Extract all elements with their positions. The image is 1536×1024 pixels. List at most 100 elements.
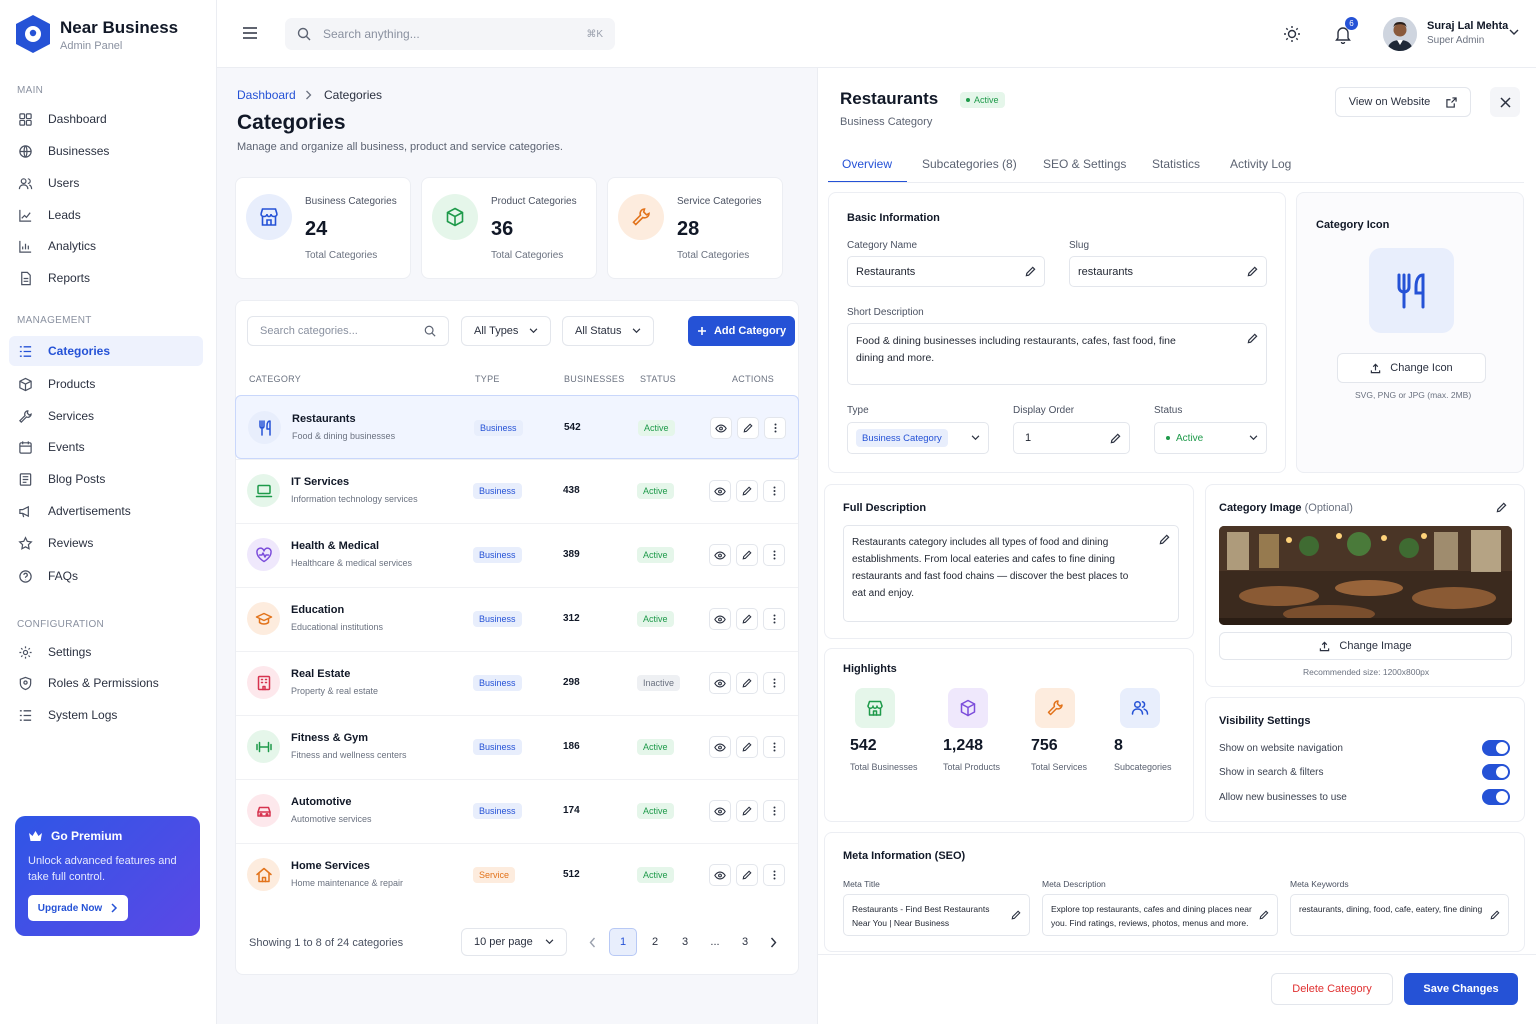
view-button[interactable] bbox=[709, 480, 731, 502]
table-row[interactable]: Home Services Home maintenance & repair Se… bbox=[235, 843, 799, 907]
add-category-button[interactable]: Add Category bbox=[688, 316, 795, 346]
full-description-title: Full Description bbox=[843, 502, 927, 514]
edit-button[interactable] bbox=[736, 800, 758, 822]
sidebar-item-faqs[interactable]: FAQs bbox=[9, 561, 203, 591]
status-filter-select[interactable]: All Status bbox=[562, 316, 654, 346]
per-page-select[interactable]: 10 per page bbox=[461, 928, 567, 956]
change-icon-button[interactable]: Change Icon bbox=[1337, 353, 1486, 383]
close-drawer-button[interactable] bbox=[1490, 87, 1520, 117]
edit-button[interactable] bbox=[736, 544, 758, 566]
tab-overview[interactable]: Overview bbox=[842, 157, 892, 171]
toggle-allow-new[interactable] bbox=[1482, 789, 1510, 805]
sidebar-item-system-logs[interactable]: System Logs bbox=[9, 700, 203, 730]
breadcrumb-dashboard[interactable]: Dashboard bbox=[237, 88, 296, 102]
more-actions-button[interactable] bbox=[763, 864, 785, 886]
type-filter-select[interactable]: All Types bbox=[461, 316, 551, 346]
view-button[interactable] bbox=[709, 608, 731, 630]
menu-toggle-icon[interactable] bbox=[242, 26, 258, 40]
table-row[interactable]: Health & Medical Healthcare & medical ser… bbox=[235, 523, 799, 587]
sidebar-item-analytics[interactable]: Analytics bbox=[9, 231, 203, 261]
tab-statistics[interactable]: Statistics bbox=[1152, 157, 1200, 171]
sidebar-item-roles-permissions[interactable]: Roles & Permissions bbox=[9, 668, 203, 698]
sidebar-item-categories[interactable]: Categories bbox=[9, 336, 203, 366]
toggle-show-search[interactable] bbox=[1482, 764, 1510, 780]
table-row[interactable]: Education Educational institutions Busines… bbox=[235, 587, 799, 651]
type-select[interactable]: Business Category bbox=[847, 422, 989, 454]
tab-seo-settings[interactable]: SEO & Settings bbox=[1043, 157, 1126, 171]
sidebar-item-dashboard[interactable]: Dashboard bbox=[9, 104, 203, 134]
edit-button[interactable] bbox=[736, 608, 758, 630]
save-changes-button[interactable]: Save Changes bbox=[1404, 973, 1518, 1005]
edit-button[interactable] bbox=[736, 480, 758, 502]
view-button[interactable] bbox=[709, 864, 731, 886]
sidebar-item-reports[interactable]: Reports bbox=[9, 263, 203, 293]
theme-toggle-icon[interactable] bbox=[1283, 25, 1301, 43]
more-actions-button[interactable] bbox=[763, 480, 785, 502]
sidebar: Near Business Admin Panel MAIN Dashboard… bbox=[0, 0, 217, 1024]
change-image-button[interactable]: Change Image bbox=[1219, 632, 1512, 660]
next-page-button[interactable] bbox=[759, 928, 787, 956]
page-button-2[interactable]: 2 bbox=[641, 928, 669, 956]
sidebar-item-leads[interactable]: Leads bbox=[9, 200, 203, 230]
page-button-1[interactable]: 1 bbox=[609, 928, 637, 956]
page-button-last[interactable]: 3 bbox=[731, 928, 759, 956]
sidebar-item-blog-posts[interactable]: Blog Posts bbox=[9, 464, 203, 494]
row-category-name: Real Estate bbox=[291, 668, 351, 680]
table-row[interactable]: Real Estate Property & real estate Busines… bbox=[235, 651, 799, 715]
table-row[interactable]: IT Services Information technology servic… bbox=[235, 459, 799, 523]
tab-activity-log[interactable]: Activity Log bbox=[1230, 157, 1291, 171]
more-actions-button[interactable] bbox=[763, 736, 785, 758]
view-button[interactable] bbox=[710, 417, 732, 439]
category-name-input[interactable]: Restaurants bbox=[847, 256, 1045, 287]
tab-subcategories[interactable]: Subcategories (8) bbox=[922, 157, 1017, 171]
global-search-input[interactable]: Search anything... ⌘K bbox=[285, 18, 615, 50]
edit-button[interactable] bbox=[737, 417, 759, 439]
row-category-description: Fitness and wellness centers bbox=[291, 750, 407, 760]
upgrade-button[interactable]: Upgrade Now bbox=[28, 895, 128, 921]
more-actions-button[interactable] bbox=[763, 800, 785, 822]
category-search-input[interactable]: Search categories... bbox=[247, 316, 449, 346]
sidebar-item-advertisements[interactable]: Advertisements bbox=[9, 496, 203, 526]
more-actions-button[interactable] bbox=[763, 672, 785, 694]
avatar[interactable] bbox=[1383, 17, 1417, 51]
view-button[interactable] bbox=[709, 544, 731, 566]
chevron-down-icon[interactable] bbox=[1509, 29, 1519, 36]
table-row[interactable]: Fitness & Gym Fitness and wellness center… bbox=[235, 715, 799, 779]
wrench-icon bbox=[19, 409, 32, 423]
view-button[interactable] bbox=[709, 800, 731, 822]
sidebar-item-products[interactable]: Products bbox=[9, 369, 203, 399]
page-button-3[interactable]: 3 bbox=[671, 928, 699, 956]
display-order-input[interactable]: 1 bbox=[1013, 422, 1130, 454]
meta-keywords-input[interactable]: restaurants, dining, food, cafe, eatery,… bbox=[1290, 894, 1509, 936]
sidebar-item-reviews[interactable]: Reviews bbox=[9, 528, 203, 558]
status-select[interactable]: Active bbox=[1154, 422, 1267, 454]
sidebar-item-events[interactable]: Events bbox=[9, 432, 203, 462]
prev-page-button[interactable] bbox=[578, 928, 606, 956]
pencil-icon[interactable] bbox=[1496, 502, 1507, 513]
sidebar-item-businesses[interactable]: Businesses bbox=[9, 136, 203, 166]
more-actions-button[interactable] bbox=[764, 417, 786, 439]
more-actions-button[interactable] bbox=[763, 608, 785, 630]
shield-user-icon bbox=[19, 676, 32, 690]
full-description-input[interactable]: Restaurants category includes all types … bbox=[843, 525, 1179, 622]
table-row[interactable]: Automotive Automotive services Business 174… bbox=[235, 779, 799, 843]
edit-button[interactable] bbox=[736, 736, 758, 758]
view-button[interactable] bbox=[709, 736, 731, 758]
meta-title-input[interactable]: Restaurants - Find Best Restaurants Near… bbox=[843, 894, 1030, 936]
short-description-input[interactable]: Food & dining businesses including resta… bbox=[847, 323, 1267, 385]
more-actions-button[interactable] bbox=[763, 544, 785, 566]
meta-description-input[interactable]: Explore top restaurants, cafes and dinin… bbox=[1042, 894, 1278, 936]
delete-category-button[interactable]: Delete Category bbox=[1271, 973, 1393, 1005]
sidebar-item-users[interactable]: Users bbox=[9, 168, 203, 198]
edit-button[interactable] bbox=[736, 672, 758, 694]
stat-foot: Total Categories bbox=[677, 250, 750, 261]
table-row[interactable]: Restaurants Food & dining businesses Busin… bbox=[235, 395, 799, 459]
per-page-value: 10 per page bbox=[474, 936, 533, 948]
sidebar-item-services[interactable]: Services bbox=[9, 401, 203, 431]
sidebar-item-settings[interactable]: Settings bbox=[9, 637, 203, 667]
slug-input[interactable]: restaurants bbox=[1069, 256, 1267, 287]
view-on-website-button[interactable]: View on Website bbox=[1335, 87, 1471, 117]
view-button[interactable] bbox=[709, 672, 731, 694]
toggle-show-navigation[interactable] bbox=[1482, 740, 1510, 756]
edit-button[interactable] bbox=[736, 864, 758, 886]
